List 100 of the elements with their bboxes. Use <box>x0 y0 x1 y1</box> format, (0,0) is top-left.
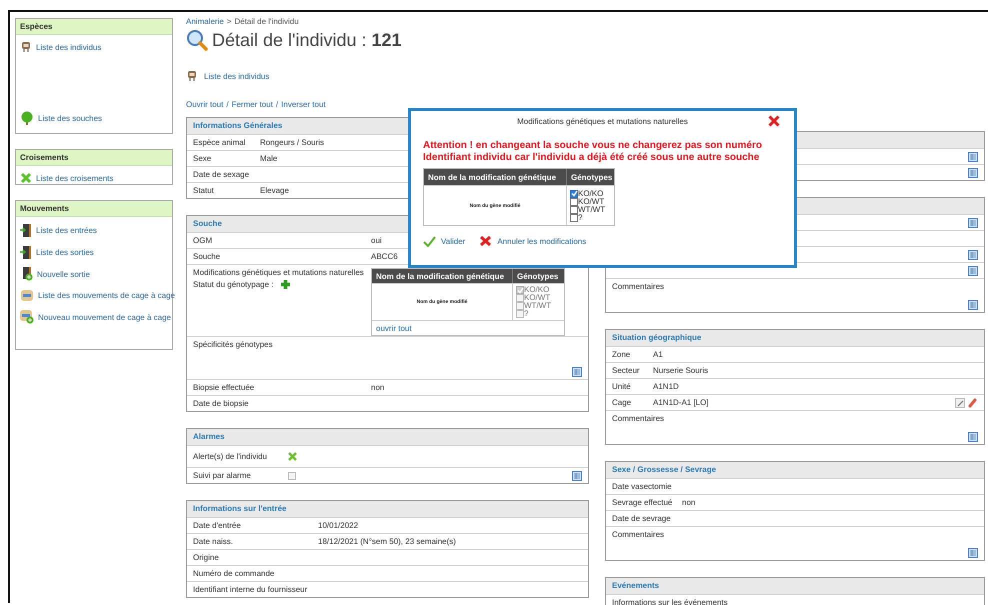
list-icon[interactable] <box>968 432 978 442</box>
link-separator: / <box>276 100 278 108</box>
field-value: Nurserie Souris <box>653 366 708 375</box>
column-header: Génotypes <box>512 269 564 283</box>
list-icon[interactable] <box>572 367 582 377</box>
genotype-label: KO/WT <box>578 198 604 206</box>
field-label: Biopsie effectuée <box>193 383 256 392</box>
validate-button[interactable]: Valider <box>423 236 466 246</box>
sidebar-link[interactable]: Nouveau mouvement de cage à cage <box>38 312 171 322</box>
toggle-link[interactable]: Ouvrir tout <box>186 100 224 108</box>
field-label: Date de biopsie <box>193 399 249 408</box>
sidebar-link[interactable]: Liste des souches <box>38 114 102 122</box>
field-label: Cage <box>612 398 632 407</box>
field-value: ABCC6 <box>371 252 398 261</box>
toggle-link[interactable]: Inverser tout <box>281 100 326 108</box>
mouse-icon <box>20 41 32 53</box>
pencil-icon[interactable] <box>955 398 965 408</box>
list-icon[interactable] <box>968 152 978 162</box>
checkbox[interactable] <box>570 190 578 198</box>
back-link[interactable]: Liste des individus <box>204 72 270 80</box>
field-label: Commentaires <box>612 414 666 423</box>
genotype-label: KO/KO <box>524 286 550 294</box>
field-label: Souche <box>193 252 222 261</box>
genotype-label: ? <box>524 310 528 318</box>
field-label: Sevrage effectué <box>612 498 674 507</box>
list-icon[interactable] <box>968 548 978 558</box>
field-label: Date de sevrage <box>612 514 671 523</box>
panel-title: Alarmes <box>187 429 588 445</box>
cage-plus-icon <box>20 310 34 324</box>
column-header: Génotypes <box>566 169 614 185</box>
genotype-label: WT/WT <box>578 206 606 214</box>
breadcrumb-link[interactable]: Animalerie <box>186 16 224 26</box>
sidebar-link[interactable]: Liste des croisements <box>36 174 114 182</box>
cancel-button[interactable]: Annuler les modifications <box>479 235 586 247</box>
field-label: Espèce animal <box>193 138 246 147</box>
field-label: Commentaires <box>612 530 666 539</box>
list-icon[interactable] <box>968 168 978 178</box>
page-title: Détail de l'individu : 121 <box>212 30 402 50</box>
tree-icon <box>20 111 34 125</box>
field-label: Origine <box>193 553 219 562</box>
field-value: 10/01/2022 <box>318 521 358 530</box>
cross-icon <box>479 235 492 247</box>
list-icon[interactable] <box>572 470 582 480</box>
toggle-link[interactable]: Fermer tout <box>232 100 273 108</box>
field-value: A1 <box>653 350 663 359</box>
field-value: non <box>682 498 696 507</box>
panel-title: Evénements <box>606 578 984 594</box>
list-icon[interactable] <box>968 266 978 276</box>
field-label: Secteur <box>612 366 641 375</box>
genotype-label: KO/WT <box>524 294 550 302</box>
panel-title: Informations sur l'entrée <box>187 501 588 517</box>
sidebar-link[interactable]: Nouvelle sortie <box>37 270 90 278</box>
field-value: Rongeurs / Souris <box>260 138 324 147</box>
door-icon <box>20 245 32 259</box>
field-label: Zone <box>612 350 632 359</box>
list-icon[interactable] <box>968 300 978 310</box>
field-label: Numéro de commande <box>193 569 274 578</box>
field-label: Sexe <box>193 154 212 163</box>
field-value: non <box>371 383 384 392</box>
field-label: Unité <box>612 382 632 391</box>
list-icon[interactable] <box>968 250 978 260</box>
field-label: Statut du génotypage : <box>193 280 274 289</box>
field-label: Suivi par alarme <box>193 471 252 480</box>
cross-icon <box>288 452 297 461</box>
door-plus-icon <box>20 267 33 281</box>
genotype-label: KO/KO <box>578 190 604 198</box>
cage-icon <box>20 289 34 302</box>
field-label: Identifiant interne du fournisseur <box>193 585 308 594</box>
sidebar-link[interactable]: Liste des mouvements de cage à cage <box>38 291 175 300</box>
crossed-arrows-icon <box>20 172 32 184</box>
plus-icon[interactable] <box>280 279 291 290</box>
field-label: Alerte(s) de l'individu <box>193 452 268 461</box>
column-header: Nom de la modification génétique <box>424 169 566 185</box>
field-label: Informations sur les événements <box>612 598 728 605</box>
field-value: Elevage <box>260 186 289 195</box>
eraser-icon[interactable] <box>968 398 978 408</box>
check-icon <box>423 236 436 246</box>
sidebar-link[interactable]: Liste des sorties <box>36 248 94 256</box>
field-value: A1N1D <box>653 382 679 391</box>
field-label: Date naiss. <box>193 537 234 546</box>
field-label: Date d'entrée <box>193 521 242 530</box>
door-icon <box>20 223 32 237</box>
genotype-label: ? <box>578 214 582 222</box>
sidebar-link[interactable]: Liste des entrées <box>36 226 97 234</box>
open-all-link[interactable]: ouvrir tout <box>376 324 412 333</box>
panel-title: Sexe / Grossesse / Sevrage <box>606 462 984 478</box>
field-label: Commentaires <box>612 282 666 291</box>
field-label: Date de sexage <box>193 170 250 179</box>
section-title: Croisements <box>16 150 172 166</box>
breadcrumb-separator: > <box>226 16 232 26</box>
section-title: Espèces <box>16 19 172 35</box>
column-header: Nom de la modification génétique <box>372 269 512 283</box>
genotype-label: WT/WT <box>524 302 552 310</box>
close-icon[interactable] <box>768 115 780 127</box>
warning-message: Attention ! en changeant la souche vous ne changerez pas son numéro Identifiant individu car l'individu a déjà été créé sous une autre souche <box>423 140 763 164</box>
list-icon[interactable] <box>968 218 978 228</box>
field-label: Statut <box>193 186 215 195</box>
sidebar-link[interactable]: Liste des individus <box>36 42 102 52</box>
field-label: Date vasectomie <box>612 482 672 491</box>
field-value: Male <box>260 154 278 163</box>
